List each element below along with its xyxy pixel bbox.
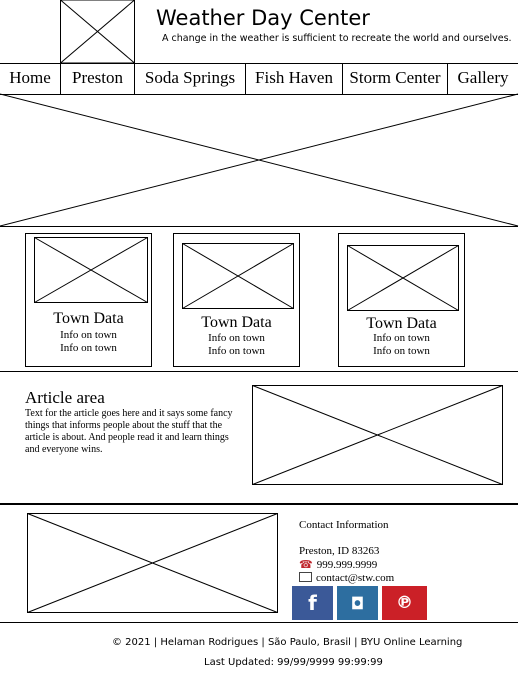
town-card-title: Town Data <box>201 314 272 331</box>
hero-image-placeholder <box>0 93 519 227</box>
town-image-placeholder <box>347 245 459 311</box>
main-nav: Home Preston Soda Springs Fish Haven Sto… <box>0 63 518 95</box>
hero-bottom-divider <box>0 226 518 227</box>
article-divider <box>0 503 518 505</box>
map-image-placeholder <box>27 513 278 613</box>
pinterest-icon[interactable]: ℗ <box>382 586 427 620</box>
nav-item-fish-haven[interactable]: Fish Haven <box>246 64 343 94</box>
site-tagline: A change in the weather is sufficient to… <box>162 33 512 44</box>
town-card-info: Info on town <box>60 342 117 354</box>
town-card-info: Info on town <box>373 332 430 344</box>
article-text: Text for the article goes here and it sa… <box>25 408 233 455</box>
contact-email[interactable]: contact@stw.com <box>316 572 394 584</box>
facebook-icon[interactable]: f <box>292 586 333 620</box>
site-title: Weather Day Center <box>156 6 370 30</box>
footer-divider <box>0 622 518 623</box>
instagram-icon[interactable]: ◘ <box>337 586 378 620</box>
town-card-info: Info on town <box>208 332 265 344</box>
nav-item-storm-center[interactable]: Storm Center <box>343 64 448 94</box>
nav-item-soda-springs[interactable]: Soda Springs <box>135 64 246 94</box>
town-image-placeholder <box>182 243 294 309</box>
footer-last-updated: Last Updated: 99/99/9999 99:99:99 <box>204 657 383 668</box>
contact-city: Preston, ID 83263 <box>299 545 380 557</box>
logo-placeholder <box>60 0 135 64</box>
town-card: Town Data Info on town Info on town <box>173 233 300 367</box>
contact-phone: 999.999.9999 <box>316 559 378 571</box>
nav-item-preston[interactable]: Preston <box>61 64 135 94</box>
towns-divider <box>0 371 518 372</box>
town-card-info: Info on town <box>208 345 265 357</box>
article-image-placeholder <box>252 385 503 485</box>
email-icon <box>299 572 312 582</box>
contact-email-row: contact@stw.com <box>299 572 394 584</box>
contact-phone-row: ☎ 999.999.9999 <box>299 558 377 571</box>
town-image-placeholder <box>34 237 148 303</box>
nav-item-home[interactable]: Home <box>0 64 61 94</box>
town-card: Town Data Info on town Info on town <box>338 233 465 367</box>
town-card: Town Data Info on town Info on town <box>25 233 152 367</box>
footer-copyright: © 2021 | Helaman Rodrigues | São Paulo, … <box>112 637 463 648</box>
nav-item-gallery[interactable]: Gallery <box>448 64 518 94</box>
contact-heading: Contact Information <box>299 519 389 531</box>
town-card-info: Info on town <box>373 345 430 357</box>
article-title: Article area <box>25 388 105 407</box>
phone-icon: ☎ <box>299 559 313 571</box>
town-card-info: Info on town <box>60 329 117 341</box>
town-card-title: Town Data <box>366 315 437 332</box>
town-card-title: Town Data <box>53 310 124 327</box>
